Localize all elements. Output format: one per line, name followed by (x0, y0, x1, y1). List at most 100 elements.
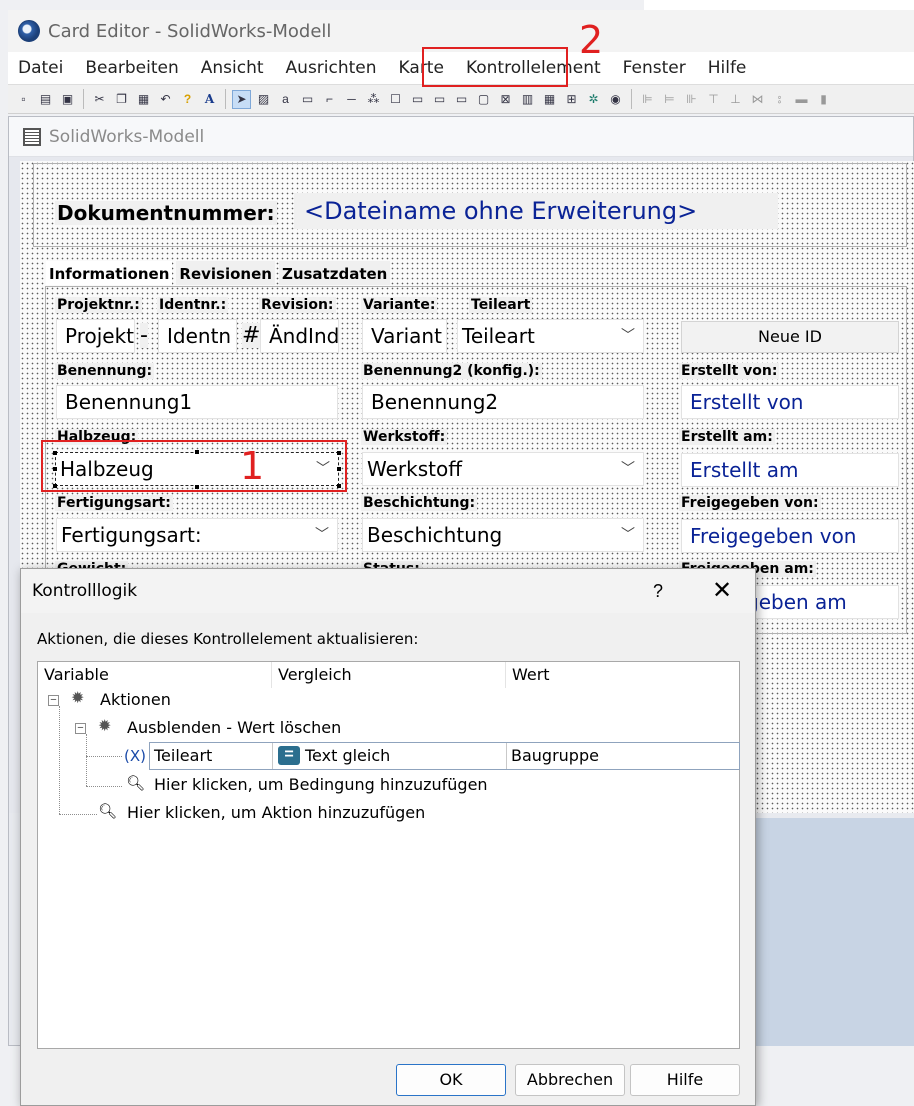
fertigungsart-combo-value: Fertigungsart: (61, 523, 202, 547)
tab-revisionen[interactable]: Revisionen (176, 261, 275, 285)
beschichtung-combo[interactable]: Beschichtung ﹀ (362, 518, 644, 552)
card-window-title-bar: SolidWorks-Modell (9, 117, 913, 157)
projektnr-field[interactable]: Projekt (56, 319, 135, 353)
annotation-number-2: 2 (579, 18, 604, 62)
chevron-down-icon[interactable]: ﹀ (621, 320, 635, 352)
tab-informationen[interactable]: Informationen (46, 261, 173, 285)
property-icon[interactable]: ▦ (540, 90, 559, 109)
paste-icon[interactable]: ▦ (134, 90, 153, 109)
tree-root-aktionen[interactable]: Aktionen (100, 690, 171, 709)
chevron-down-icon[interactable]: ﹀ (621, 519, 635, 551)
align-middle-icon[interactable]: ⊥ (726, 90, 745, 109)
tree-line (59, 814, 97, 815)
tree-action-ausblenden[interactable]: Ausblenden - Wert löschen (127, 718, 341, 737)
copy-icon[interactable]: ❐ (112, 90, 131, 109)
align-right-icon[interactable]: ⊪ (682, 90, 701, 109)
help-icon[interactable]: ? (178, 90, 197, 109)
close-control-icon[interactable]: ⊠ (496, 90, 515, 109)
fertigungsart-combo[interactable]: Fertigungsart: ﹀ (56, 518, 338, 552)
align-top-icon[interactable]: ⊤ (704, 90, 723, 109)
neue-id-button[interactable]: Neue ID (681, 321, 899, 353)
save-icon[interactable]: ▣ (58, 90, 77, 109)
undo-icon[interactable]: ↶ (156, 90, 175, 109)
add-condition-icon[interactable]: 🔍︎ (126, 776, 145, 792)
separator-icon[interactable]: ─ (342, 90, 361, 109)
tree-icon[interactable]: ⊞ (562, 90, 581, 109)
cancel-button[interactable]: Abbrechen (515, 1064, 625, 1096)
collapse-icon[interactable]: − (48, 695, 59, 706)
condition-row[interactable]: Teileart Text gleich = Baugruppe (149, 742, 740, 770)
variante-field[interactable]: Variant (362, 319, 447, 353)
list-icon[interactable]: ▭ (430, 90, 449, 109)
add-condition-link[interactable]: Hier klicken, um Bedingung hinzuzufügen (154, 775, 488, 794)
ok-button[interactable]: OK (396, 1064, 506, 1096)
line-icon[interactable]: ⌐ (320, 90, 339, 109)
add-action-link[interactable]: Hier klicken, um Aktion hinzuzufügen (127, 803, 425, 822)
label-icon[interactable]: a (276, 90, 295, 109)
menu-fenster[interactable]: Fenster (623, 58, 686, 78)
close-icon[interactable]: ✕ (705, 577, 739, 605)
card-icon[interactable]: ▥ (518, 90, 537, 109)
werkstoff-combo[interactable]: Werkstoff ﹀ (362, 452, 644, 486)
picture-icon[interactable]: ▨ (254, 90, 273, 109)
label-projektnr: Projektnr.: (55, 297, 142, 313)
panel-icon[interactable]: ▢ (474, 90, 493, 109)
align-left-icon[interactable]: ⊫ (638, 90, 657, 109)
erstellt-am-field[interactable]: Erstellt am (681, 453, 899, 487)
benennung2-field[interactable]: Benennung2 (362, 385, 644, 419)
add-action-icon[interactable]: 🔍︎ (98, 804, 117, 820)
column-header-wert[interactable]: Wert (506, 662, 740, 688)
settings-icon[interactable]: ✲ (584, 90, 603, 109)
collapse-icon[interactable]: − (75, 723, 86, 734)
menu-datei[interactable]: Datei (18, 58, 63, 78)
edit-icon[interactable]: ▭ (452, 90, 471, 109)
menu-bearbeiten[interactable]: Bearbeiten (85, 58, 178, 78)
pointer-icon[interactable]: ➤ (232, 89, 251, 109)
freigegeben-von-field[interactable]: Freigegeben von (681, 519, 899, 553)
chevron-down-icon[interactable]: ﹀ (315, 519, 329, 551)
freigegeben-am-value: geben am (746, 590, 847, 614)
erstellt-von-field[interactable]: Erstellt von (681, 385, 899, 419)
toolbar-separator (83, 89, 84, 109)
menu-hilfe[interactable]: Hilfe (708, 58, 747, 78)
card-window-title: SolidWorks-Modell (49, 126, 205, 147)
align-center-icon[interactable]: ⊨ (660, 90, 679, 109)
tree-line (86, 734, 87, 786)
frame-icon[interactable]: ▭ (298, 90, 317, 109)
condition-comparison-cell[interactable]: Text gleich (273, 743, 507, 769)
label-beschichtung: Beschichtung: (361, 495, 478, 511)
dokumentnummer-label: Dokumentnummer: (55, 201, 277, 225)
label-fertigungsart: Fertigungsart: (55, 495, 173, 511)
tree-line (86, 756, 122, 757)
toolbar-separator (225, 89, 226, 109)
variable-icon[interactable]: ⁂ (364, 90, 383, 109)
open-icon[interactable]: ▤ (36, 90, 55, 109)
chevron-down-icon[interactable]: ﹀ (621, 453, 635, 485)
preview-icon[interactable]: ◉ (606, 90, 625, 109)
condition-value-cell[interactable]: Baugruppe (507, 743, 739, 769)
benennung1-field[interactable]: Benennung1 (56, 385, 338, 419)
column-header-variable[interactable]: Variable (38, 662, 272, 688)
checkbox-icon[interactable]: ☐ (386, 90, 405, 109)
actions-tree[interactable]: Variable Vergleich Wert − ✹ Aktionen − ✹… (37, 661, 740, 1049)
combo-icon[interactable]: ▭ (408, 90, 427, 109)
size-height-icon[interactable]: ▬ (792, 90, 811, 109)
condition-variable-cell[interactable]: Teileart (150, 743, 273, 769)
label-benennung: Benennung: (55, 363, 155, 379)
menu-ausrichten[interactable]: Ausrichten (286, 58, 377, 78)
menu-ansicht[interactable]: Ansicht (201, 58, 264, 78)
align-bottom-icon[interactable]: ⋈ (748, 90, 767, 109)
size-width-icon[interactable]: ⦂ (770, 90, 789, 109)
new-icon[interactable]: ▫ (14, 90, 33, 109)
dialog-help-button[interactable]: Hilfe (630, 1064, 740, 1096)
teileart-combo[interactable]: Teileart ﹀ (457, 319, 644, 353)
tab-zusatzdaten[interactable]: Zusatzdaten (278, 261, 391, 285)
dokumentnummer-value[interactable]: <Dateiname ohne Erweiterung> (294, 193, 778, 229)
cut-icon[interactable]: ✂ (90, 90, 109, 109)
column-header-vergleich[interactable]: Vergleich (272, 662, 506, 688)
revision-field[interactable]: ÄndInd (260, 319, 339, 353)
identnr-field[interactable]: Identn (158, 319, 237, 353)
text-style-icon[interactable]: A (200, 90, 219, 109)
space-icon[interactable]: ▮ (814, 90, 833, 109)
dialog-help-icon[interactable]: ? (643, 577, 673, 605)
